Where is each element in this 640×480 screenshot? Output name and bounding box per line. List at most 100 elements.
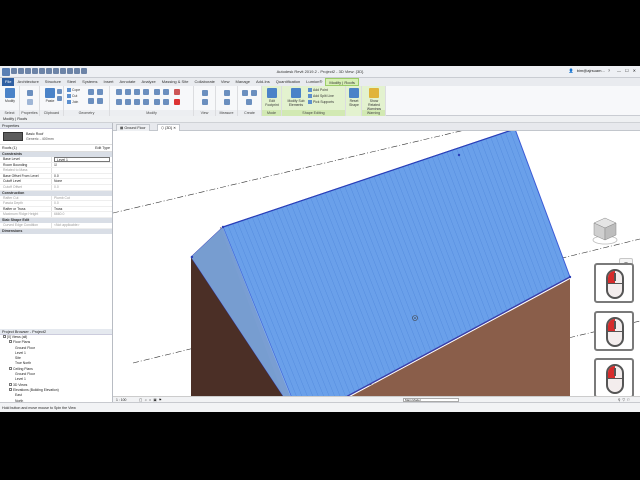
maximize-icon[interactable]: ☐ xyxy=(625,68,629,73)
help-icon[interactable]: ? xyxy=(608,68,610,73)
array-icon[interactable] xyxy=(154,99,160,105)
ribbon-tab-steel[interactable]: Steel xyxy=(64,78,79,86)
ribbon-tab-insert[interactable]: Insert xyxy=(101,78,117,86)
rotate-icon[interactable] xyxy=(134,99,140,105)
viewcube[interactable] xyxy=(591,216,619,248)
constraints-rows: Base Level Level 1 Room Bounding ☑ Related t… xyxy=(0,157,112,191)
type-selector[interactable]: Basic Roof Generic - 400mm xyxy=(0,129,112,145)
demolish-icon[interactable] xyxy=(97,98,103,104)
create-similar-icon[interactable] xyxy=(246,99,252,105)
split-gap-icon[interactable] xyxy=(163,89,169,95)
property-value[interactable]: Level 1 xyxy=(54,157,110,162)
scale-icon[interactable] xyxy=(163,99,169,105)
expand-toggle-icon[interactable] xyxy=(9,382,12,386)
ribbon-tab-analyze[interactable]: Analyze xyxy=(139,78,159,86)
ribbon-tab-massing-site[interactable]: Massing & Site xyxy=(159,78,192,86)
user-icon[interactable]: 👤 xyxy=(569,68,574,73)
expand-toggle-icon[interactable] xyxy=(3,335,6,338)
model-canvas[interactable] xyxy=(113,131,640,396)
cope-button[interactable]: Cope xyxy=(67,88,80,93)
expand-toggle-icon[interactable] xyxy=(9,387,12,391)
unpin-icon[interactable] xyxy=(174,89,180,95)
expand-toggle-icon[interactable] xyxy=(9,366,12,370)
reset-shape-icon xyxy=(349,88,359,98)
ribbon-tab-systems[interactable]: Systems xyxy=(79,78,100,86)
modify-button[interactable]: Modify xyxy=(2,88,18,103)
dimension-icon[interactable] xyxy=(224,99,230,105)
properties-icon[interactable] xyxy=(27,90,33,96)
override-graphics-icon[interactable] xyxy=(202,99,208,105)
offset-icon[interactable] xyxy=(125,89,131,95)
ribbon-tab-lumion[interactable]: Lumion® xyxy=(303,78,325,86)
create-group-icon[interactable] xyxy=(251,90,257,96)
ribbon-tabs: File Architecture Structure Steel Systems Ins… xyxy=(0,78,640,86)
mirror-axis-icon[interactable] xyxy=(134,89,140,95)
grip-point[interactable] xyxy=(457,153,461,157)
tab-ground-floor[interactable]: ▦ Ground Floor xyxy=(116,124,150,131)
property-name: Base Level xyxy=(0,157,52,162)
pick-supports-button[interactable]: Pick Supports xyxy=(308,100,334,105)
property-value[interactable]: Truss xyxy=(52,207,112,212)
ribbon-tab-annotate[interactable]: Annotate xyxy=(117,78,139,86)
edit-footprint-button[interactable]: Edit Footprint xyxy=(264,88,280,107)
wall-joins-icon[interactable] xyxy=(88,89,94,95)
copy-icon[interactable] xyxy=(57,96,62,101)
3d-viewport[interactable] xyxy=(113,131,640,396)
measure-distance-icon[interactable] xyxy=(224,90,230,96)
join-button[interactable]: Join xyxy=(67,100,78,105)
show-related-warnings-button[interactable]: Show Related Warnings xyxy=(364,88,384,111)
property-value[interactable]: ☑ xyxy=(52,163,112,168)
split-face-icon[interactable] xyxy=(97,89,103,95)
ribbon-tab-quantification[interactable]: Quantification xyxy=(273,78,303,86)
close-icon[interactable]: ✕ xyxy=(633,68,636,73)
roof-type-swatch xyxy=(3,132,23,141)
create-parts-icon[interactable] xyxy=(242,90,248,96)
modify-subelements-button[interactable]: Modify Sub Elements xyxy=(286,88,306,107)
instance-selector[interactable]: Roofs (1) Edit Type xyxy=(0,145,112,152)
hide-element-icon[interactable] xyxy=(202,90,208,96)
ribbon-tab-manage[interactable]: Manage xyxy=(233,78,253,86)
type-properties-icon[interactable] xyxy=(27,99,33,105)
paste-button[interactable]: Paste xyxy=(42,88,58,103)
user-name[interactable]: bim@ajrsuam... xyxy=(577,68,605,73)
property-value[interactable]: <Not applicable> xyxy=(52,223,112,228)
mirror-draw-icon[interactable] xyxy=(143,89,149,95)
grip-point[interactable] xyxy=(221,225,225,229)
minimize-icon[interactable]: — xyxy=(617,68,621,73)
mouse-indicator-left-3 xyxy=(594,358,634,398)
ribbon-tab-structure[interactable]: Structure xyxy=(42,78,64,86)
delete-icon[interactable] xyxy=(174,99,180,105)
ribbon-tab-architecture[interactable]: Architecture xyxy=(14,78,41,86)
ribbon-tab-collaborate[interactable]: Collaborate xyxy=(191,78,217,86)
add-point-button[interactable]: Add Point xyxy=(308,88,328,93)
ribbon-tab-add-ins[interactable]: Add-Ins xyxy=(253,78,273,86)
property-value[interactable]: 0.0 xyxy=(52,201,112,206)
split-icon[interactable] xyxy=(154,89,160,95)
cut-button[interactable]: Cut xyxy=(67,94,77,99)
cut-clip-icon[interactable] xyxy=(57,89,62,94)
reset-shape-button[interactable]: Reset Shape xyxy=(346,88,362,107)
align-icon[interactable] xyxy=(116,89,122,95)
grip-point[interactable] xyxy=(568,275,572,279)
property-value[interactable]: 0.0 xyxy=(52,185,112,190)
ribbon-tab-file[interactable]: File xyxy=(2,78,15,86)
ribbon-tab-view[interactable]: View xyxy=(218,78,233,86)
expand-toggle-icon[interactable] xyxy=(9,340,12,344)
edit-type-button[interactable]: Edit Type xyxy=(95,145,110,152)
grip-point[interactable] xyxy=(190,255,194,259)
ribbon-tab-modify-roofs[interactable]: Modify | Roofs xyxy=(325,78,359,86)
trim-icon[interactable] xyxy=(143,99,149,105)
property-value[interactable]: Plumb Cut xyxy=(52,196,112,201)
copy-element-icon[interactable] xyxy=(125,99,131,105)
property-value[interactable] xyxy=(52,168,112,173)
property-value[interactable]: None xyxy=(52,179,112,184)
tab-3d[interactable]: ⬡ {3D} ✕ xyxy=(157,124,181,131)
move-icon[interactable] xyxy=(116,99,122,105)
browser-item-label: Floor Plans xyxy=(13,340,31,345)
property-value[interactable]: 6660.0 xyxy=(52,212,112,217)
add-split-line-button[interactable]: Add Split Line xyxy=(308,94,334,99)
viewcube-icon xyxy=(592,217,618,245)
property-value[interactable]: 0.0 xyxy=(52,174,112,179)
paint-icon[interactable] xyxy=(88,98,94,104)
close-tab-icon[interactable]: ✕ xyxy=(173,126,176,130)
